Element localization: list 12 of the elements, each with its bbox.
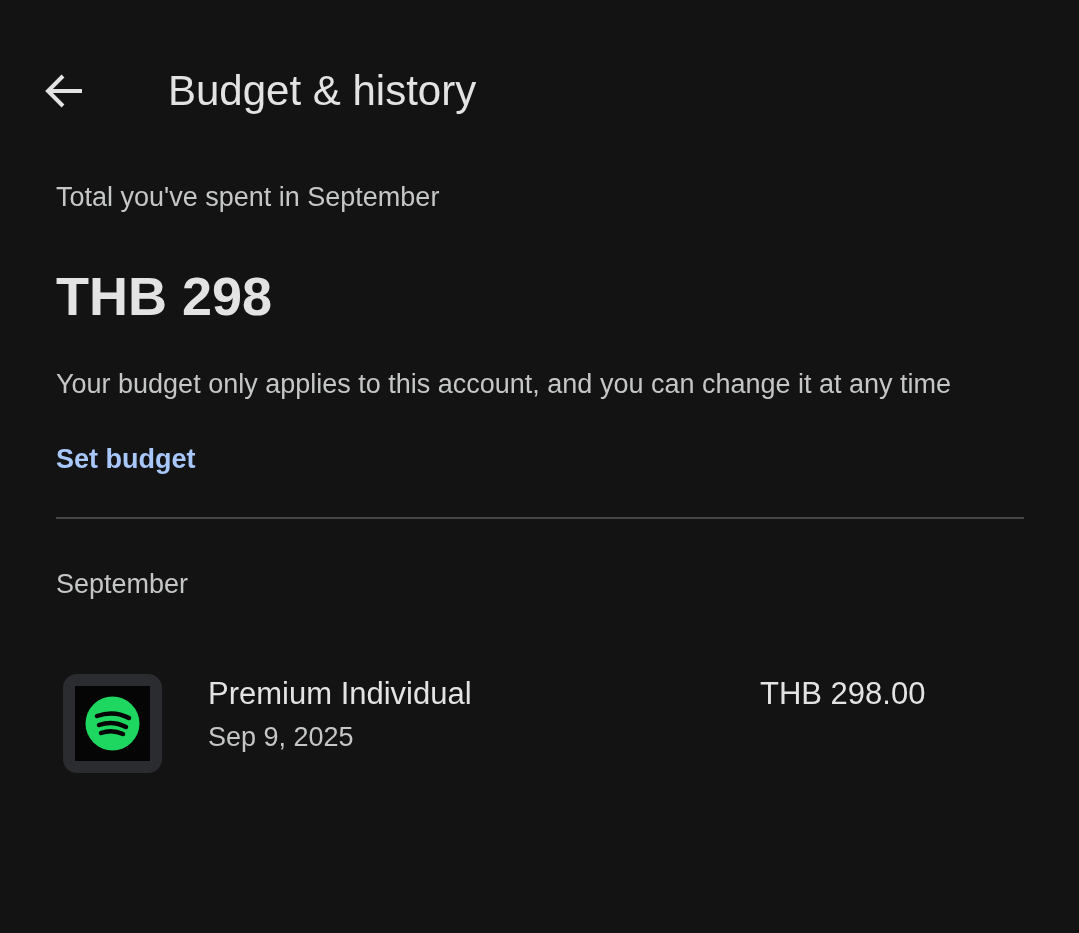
- spent-amount: THB 298: [56, 265, 273, 327]
- budget-note: Your budget only applies to this account, and you can change it at any time: [56, 369, 952, 400]
- set-budget-link[interactable]: Set budget: [56, 444, 196, 475]
- back-arrow-icon: [44, 73, 84, 109]
- spent-label: Total you've spent in September: [56, 182, 440, 213]
- purchase-price: THB 298.00: [760, 676, 926, 713]
- month-heading: September: [56, 569, 189, 600]
- back-button[interactable]: [44, 73, 84, 109]
- page-title: Budget & history: [168, 67, 477, 115]
- purchase-date: Sep 9, 2025: [208, 722, 355, 753]
- music-app-icon: [63, 674, 162, 773]
- purchase-name: Premium Individual: [208, 676, 473, 712]
